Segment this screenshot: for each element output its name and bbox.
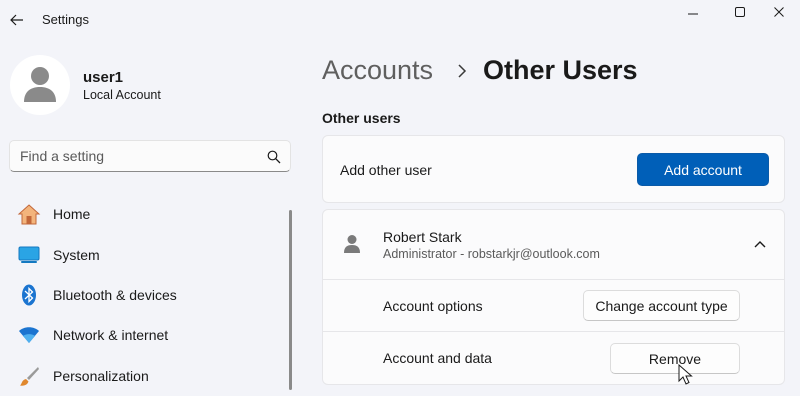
account-options-label: Account options [383,298,483,314]
add-user-label: Add other user [340,162,432,178]
chevron-right-icon [458,64,467,78]
add-account-button[interactable]: Add account [637,153,769,186]
account-name: Robert Stark [383,229,462,245]
maximize-icon [735,7,745,17]
wifi-icon [16,322,42,348]
breadcrumb-parent[interactable]: Accounts [322,55,433,86]
bluetooth-icon [16,282,42,308]
account-subtitle: Administrator - robstarkjr@outlook.com [383,247,600,261]
page-title: Other Users [483,55,638,85]
section-title: Other users [322,110,401,126]
close-icon [774,7,784,17]
back-button[interactable] [6,9,28,31]
account-data-row: Account and data Remove [323,333,784,384]
user-account-type: Local Account [83,88,161,102]
add-user-card: Add other user Add account [322,135,785,203]
minimize-button[interactable] [670,0,716,24]
search-box [9,140,291,172]
sidebar-scrollbar[interactable] [289,210,292,390]
user-name: user1 [83,69,124,86]
person-icon [344,235,360,253]
user-account-card: Robert Stark Administrator - robstarkjr@… [322,209,785,385]
person-icon [24,67,56,102]
mouse-cursor-icon [678,364,693,385]
sidebar-item-label: Network & internet [53,327,169,343]
brush-icon [16,363,42,389]
sidebar-item-system[interactable]: System [12,237,282,273]
title-bar: Settings [0,0,800,40]
change-account-type-button[interactable]: Change account type [583,290,740,321]
user-avatar[interactable] [10,55,70,115]
account-options-row: Account options Change account type [323,281,784,332]
sidebar-item-label: Bluetooth & devices [53,287,177,303]
search-input[interactable] [20,141,260,171]
sidebar-item-home[interactable]: Home [12,196,282,232]
minimize-icon [688,13,698,15]
remove-button[interactable]: Remove [610,343,740,374]
chevron-up-icon[interactable] [752,237,768,251]
app-title: Settings [42,12,89,27]
home-icon [16,201,42,227]
back-arrow-icon [10,14,23,26]
close-button[interactable] [756,0,800,24]
account-header[interactable]: Robert Stark Administrator - robstarkjr@… [323,210,784,280]
system-icon [16,242,42,268]
search-icon[interactable] [267,150,281,164]
settings-window: Settings user1 Local Account Find a sett… [0,0,800,396]
sidebar-item-label: Personalization [53,368,149,384]
sidebar-item-label: Home [53,206,91,222]
sidebar-item-label: System [53,247,100,263]
sidebar-item-personalization[interactable]: Personalization [12,358,282,394]
account-data-label: Account and data [383,350,492,366]
sidebar-item-network[interactable]: Network & internet [12,317,282,353]
sidebar-item-bluetooth[interactable]: Bluetooth & devices [12,277,282,313]
